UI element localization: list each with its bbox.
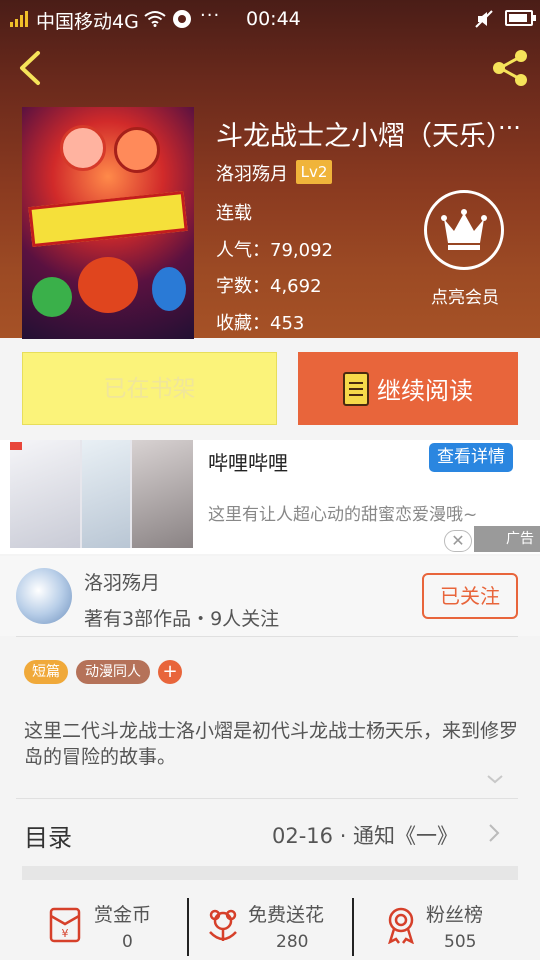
free-flowers-value: 280 xyxy=(276,932,309,952)
reward-coins-button[interactable]: ¥ 赏金币 0 xyxy=(40,896,180,960)
chevron-down-icon[interactable] xyxy=(486,770,504,788)
book-title: 斗龙战士之小熠（天乐） xyxy=(216,121,513,152)
popularity-stat: 人气：79,092 xyxy=(216,240,333,261)
author-info: 著有3部作品・9人关注 xyxy=(84,608,280,630)
book-icon xyxy=(343,371,369,406)
ad-details-button[interactable]: 查看详情 xyxy=(429,443,513,472)
fan-ranking-label: 粉丝榜 xyxy=(426,904,484,926)
separator xyxy=(352,898,354,956)
status-bar: 中国移动4G ··· 00:44 xyxy=(0,0,540,38)
word-count-stat: 字数：4,692 xyxy=(216,276,322,297)
share-button[interactable] xyxy=(490,48,530,88)
ad-close-button[interactable]: ✕ xyxy=(444,530,472,552)
chevron-right-icon[interactable] xyxy=(486,822,502,844)
book-description: 这里二代斗龙战士洛小熠是初代斗龙战士杨天乐，来到修罗岛的冒险的故事。 xyxy=(24,720,519,768)
tag-short[interactable]: 短篇 xyxy=(24,660,68,684)
continue-reading-button[interactable]: 继续阅读 xyxy=(298,352,518,425)
avatar[interactable] xyxy=(16,568,72,624)
signal-icon xyxy=(10,11,28,27)
crown-icon xyxy=(441,209,487,250)
book-author[interactable]: 洛羽殇月 xyxy=(216,160,288,186)
more-notifications-icon: ··· xyxy=(200,5,221,26)
vip-label[interactable]: 点亮会员 xyxy=(420,283,510,308)
favorites-stat: 收藏：453 xyxy=(216,313,305,334)
ad-mark: 广告 xyxy=(474,526,540,552)
divider xyxy=(16,636,518,637)
section-spacer xyxy=(22,866,518,880)
fan-ranking-value: 505 xyxy=(444,932,477,952)
ad-description: 这里有让人超心动的甜蜜恋爱漫哦~ xyxy=(208,505,478,525)
clock: 00:44 xyxy=(246,8,301,30)
fan-ranking-button[interactable]: 粉丝榜 505 xyxy=(372,896,512,960)
battery-icon xyxy=(505,10,536,26)
book-cover[interactable] xyxy=(22,107,194,339)
wifi-icon xyxy=(144,11,166,27)
free-flowers-label: 免费送花 xyxy=(248,904,325,926)
followed-button[interactable]: 已关注 xyxy=(422,573,518,619)
serial-status: 连载 xyxy=(216,203,252,224)
ad-image[interactable] xyxy=(10,440,193,548)
separator xyxy=(187,898,189,956)
carrier-label: 中国移动4G xyxy=(36,11,139,33)
level-badge: Lv2 xyxy=(296,160,332,184)
medal-icon xyxy=(388,907,414,944)
toc-latest-chapter[interactable]: 02-16 · 通知《一》 xyxy=(272,820,458,850)
on-shelf-button[interactable]: 已在书架 xyxy=(22,352,277,425)
divider xyxy=(16,798,518,799)
back-button[interactable] xyxy=(14,50,44,86)
tag-fanfic[interactable]: 动漫同人 xyxy=(76,660,150,684)
book-detail-page: 中国移动4G ··· 00:44 斗龙战士之小熠（天乐） ··· 洛羽殇月 Lv… xyxy=(0,0,540,960)
toc-label[interactable]: 目录 xyxy=(24,818,72,853)
reward-coins-label: 赏金币 xyxy=(94,904,152,926)
ad-title: 哔哩哔哩 xyxy=(208,451,288,475)
reward-coins-value: 0 xyxy=(122,932,133,952)
author-card[interactable]: 洛羽殇月 著有3部作品・9人关注 已关注 xyxy=(0,556,540,636)
author-name[interactable]: 洛羽殇月 xyxy=(84,568,160,595)
free-flowers-button[interactable]: 免费送花 280 xyxy=(200,896,350,960)
ad-banner[interactable]: 哔哩哔哩 查看详情 这里有让人超心动的甜蜜恋爱漫哦~ ✕ 广告 xyxy=(0,440,540,554)
mute-icon xyxy=(475,10,493,28)
more-button[interactable]: ··· xyxy=(498,114,521,142)
red-envelope-icon: ¥ xyxy=(49,907,81,943)
add-tag-button[interactable]: + xyxy=(158,660,182,684)
notification-icon xyxy=(173,10,191,28)
continue-reading-label: 继续阅读 xyxy=(377,377,473,405)
vip-button[interactable] xyxy=(424,190,504,270)
svg-text:¥: ¥ xyxy=(62,927,69,940)
flower-icon xyxy=(209,909,237,941)
